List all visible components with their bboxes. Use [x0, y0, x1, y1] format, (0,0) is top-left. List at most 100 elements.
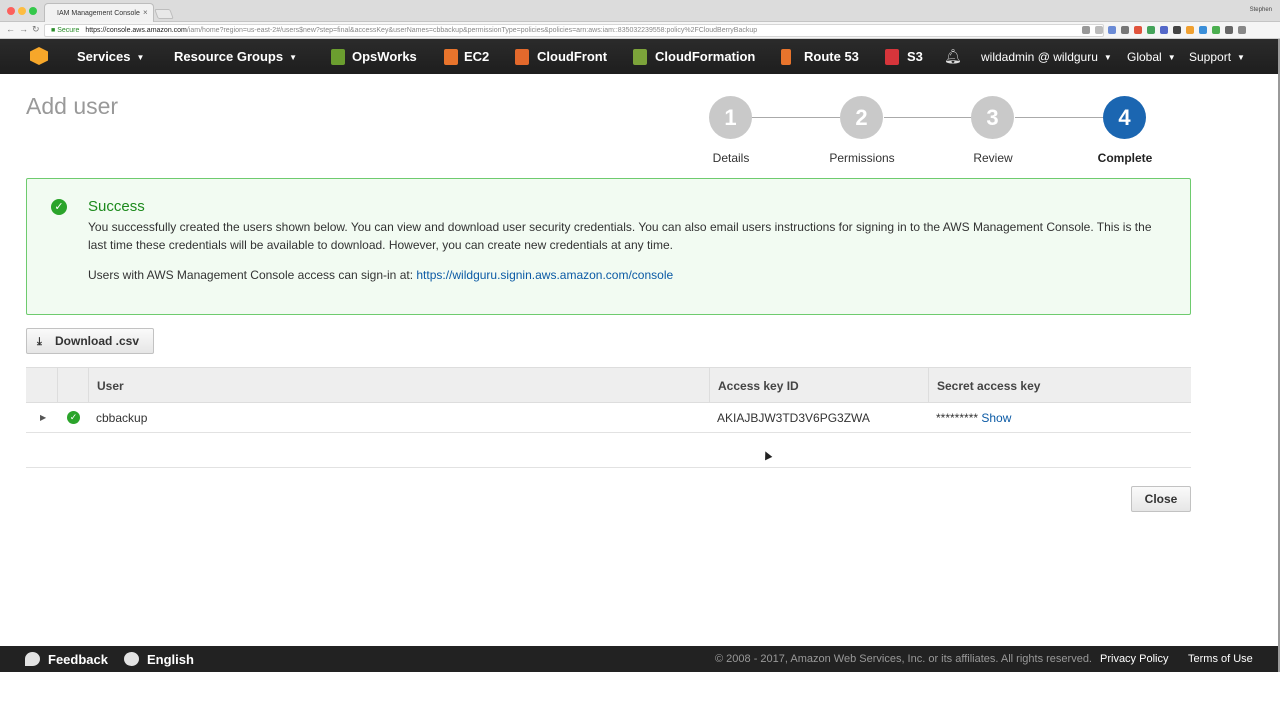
cloudfront-icon [515, 49, 529, 65]
step-4-label: Complete [1097, 151, 1153, 165]
extension-icon[interactable] [1160, 26, 1168, 34]
opsworks-icon [331, 49, 345, 65]
copyright-text: © 2008 - 2017, Amazon Web Services, Inc.… [715, 653, 1092, 665]
signin-info: Users with AWS Management Console access… [88, 268, 673, 282]
step-connector [1015, 117, 1103, 118]
shortcut-opsworks[interactable]: OpsWorks [352, 49, 417, 64]
download-label: Download .csv [55, 333, 140, 348]
mouse-cursor-icon [761, 449, 773, 461]
region-label: Global [1127, 50, 1162, 64]
column-header-user[interactable]: User [88, 368, 709, 404]
browser-tab[interactable]: IAM Management Console [44, 3, 154, 22]
feedback-icon [25, 652, 40, 666]
region-menu[interactable]: Global ▼ [1127, 50, 1176, 64]
shortcut-cloudfront[interactable]: CloudFront [537, 49, 607, 64]
wizard-stepper: 1 2 3 4 Details Permissions Review Compl… [700, 96, 1170, 166]
extension-icon[interactable] [1108, 26, 1116, 34]
extension-icon[interactable] [1134, 26, 1142, 34]
bell-icon[interactable]: 🔔︎ [944, 48, 962, 65]
shortcut-route53[interactable]: Route 53 [804, 49, 859, 64]
step-1-circle: 1 [709, 96, 752, 139]
extension-icon[interactable] [1173, 26, 1181, 34]
step-2-label: Permissions [829, 151, 895, 165]
account-menu[interactable]: wildadmin @ wildguru ▼ [981, 50, 1112, 64]
cloudformation-icon [633, 49, 647, 65]
column-header-secret-access-key[interactable]: Secret access key [928, 368, 1191, 404]
footer: Feedback English © 2008 - 2017, Amazon W… [0, 646, 1278, 672]
extension-icons [1082, 26, 1246, 34]
check-circle-icon: ✓ [51, 199, 67, 215]
address-bar[interactable]: ■ Secure https://console.aws.amazon.com/… [44, 24, 1104, 37]
forward-arrow-icon[interactable]: → [19, 24, 28, 34]
success-message: You successfully created the users shown… [88, 220, 1152, 252]
shortcut-cloudformation[interactable]: CloudFormation [655, 49, 755, 64]
chevron-down-icon: ▼ [1103, 53, 1112, 62]
status-column-header [57, 368, 88, 404]
step-2-circle: 2 [840, 96, 883, 139]
table-row: ▶ ✓ cbbackup AKIAJBJW3TD3V6PG3ZWA ******… [26, 403, 1191, 433]
step-3-label: Review [973, 151, 1013, 165]
column-header-access-key-id[interactable]: Access key ID [709, 368, 928, 404]
aws-logo-icon[interactable] [30, 47, 48, 65]
close-window-icon[interactable] [7, 7, 15, 15]
services-menu[interactable]: Services ▼ [77, 49, 144, 64]
reload-icon[interactable]: ↻ [32, 24, 40, 35]
star-icon[interactable] [1095, 26, 1103, 34]
secret-masked: ********* [936, 411, 979, 425]
secure-label: Secure [57, 27, 80, 34]
privacy-policy-link[interactable]: Privacy Policy [1100, 653, 1168, 665]
table-divider [26, 467, 1191, 468]
maximize-window-icon[interactable] [29, 7, 37, 15]
feedback-link[interactable]: Feedback [48, 652, 108, 667]
terms-of-use-link[interactable]: Terms of Use [1188, 653, 1253, 665]
extension-icon[interactable] [1121, 26, 1129, 34]
chrome-menu-icon[interactable] [1238, 26, 1246, 34]
success-check-icon: ✓ [67, 411, 80, 424]
download-icon: ⤓ [37, 335, 42, 348]
access-key-id-cell: AKIAJBJW3TD3V6PG3ZWA [717, 411, 870, 425]
extension-icon[interactable] [1147, 26, 1155, 34]
step-connector [884, 117, 972, 118]
chevron-down-icon: ▼ [289, 53, 298, 62]
extension-icon[interactable] [1199, 26, 1207, 34]
language-selector[interactable]: English [147, 652, 194, 667]
page-title: Add user [26, 93, 119, 119]
new-tab-button[interactable] [154, 9, 174, 19]
zoom-icon[interactable] [1082, 26, 1090, 34]
support-menu[interactable]: Support ▼ [1189, 50, 1245, 64]
extension-icon[interactable] [1225, 26, 1233, 34]
download-csv-button[interactable]: ⤓ Download .csv [26, 328, 154, 354]
step-3-circle: 3 [971, 96, 1014, 139]
url-host: https://console.aws.amazon.com [85, 27, 187, 34]
resource-groups-menu[interactable]: Resource Groups ▼ [174, 49, 297, 64]
aws-top-nav: Services ▼ Resource Groups ▼ OpsWorks EC2 … [0, 39, 1280, 74]
chevron-down-icon: ▼ [1167, 53, 1176, 62]
step-connector [752, 117, 840, 118]
shortcut-s3[interactable]: S3 [907, 49, 923, 64]
signin-url-link[interactable]: https://wildguru.signin.aws.amazon.com/c… [416, 268, 673, 282]
show-secret-link[interactable]: Show [981, 411, 1011, 425]
chevron-down-icon: ▼ [136, 53, 145, 62]
back-arrow-icon[interactable]: ← [6, 24, 15, 34]
extension-icon[interactable] [1212, 26, 1220, 34]
signin-prefix: Users with AWS Management Console access… [88, 268, 417, 282]
minimize-window-icon[interactable] [18, 7, 26, 15]
expand-row-icon[interactable]: ▶ [40, 403, 46, 433]
extension-icon[interactable] [1186, 26, 1194, 34]
ec2-icon [444, 49, 458, 65]
resource-groups-label: Resource Groups [174, 49, 284, 64]
route53-icon [781, 49, 791, 65]
step-1-label: Details [712, 151, 750, 165]
tab-close-icon[interactable]: × [143, 8, 148, 17]
close-button[interactable]: Close [1131, 486, 1191, 512]
browser-profile[interactable]: Stephen [1250, 7, 1272, 13]
step-4-circle: 4 [1103, 96, 1146, 139]
tab-title: IAM Management Console [57, 10, 140, 17]
services-label: Services [77, 49, 131, 64]
success-title: Success [88, 198, 145, 215]
globe-icon [124, 652, 139, 666]
shortcut-ec2[interactable]: EC2 [464, 49, 489, 64]
browser-tab-strip: IAM Management Console × Stephen [0, 0, 1280, 22]
chevron-down-icon: ▼ [1237, 53, 1245, 62]
table-header: User Access key ID Secret access key [26, 367, 1191, 404]
